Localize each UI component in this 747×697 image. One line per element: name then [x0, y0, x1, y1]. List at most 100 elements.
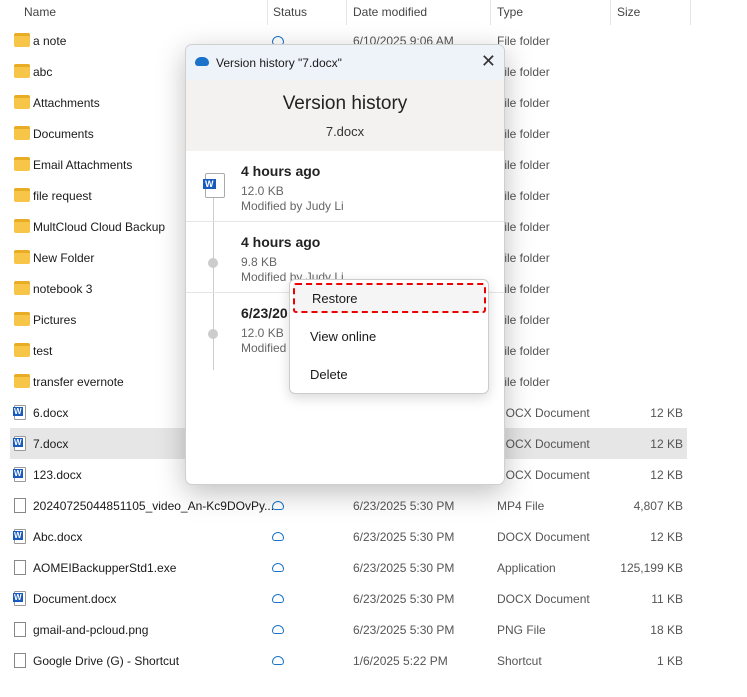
cloud-status-icon [272, 532, 284, 541]
dialog-header: Version history 7.docx [186, 80, 504, 151]
file-row[interactable]: Abc.docx 6/23/2025 5:30 PM DOCX Document… [10, 521, 687, 552]
column-header: Name Status Date modified Type Size [0, 0, 747, 25]
file-name: 20240725044851105_video_An-Kc9DOvPy... [33, 499, 275, 513]
cloud-status-icon [272, 656, 284, 665]
file-name: Documents [33, 127, 94, 141]
col-name[interactable]: Name [24, 5, 56, 19]
word-icon [13, 529, 26, 544]
col-status[interactable]: Status [273, 5, 307, 19]
file-type: DOCX Document [497, 437, 590, 451]
column-divider[interactable] [490, 0, 491, 25]
folder-icon [14, 312, 30, 326]
file-type: DOCX Document [497, 530, 590, 544]
col-type[interactable]: Type [497, 5, 523, 19]
dialog-titlebar: Version history "7.docx" ✕ [186, 45, 504, 80]
timeline-dot [208, 258, 218, 268]
timeline-dot [208, 329, 218, 339]
file-date: 1/6/2025 5:22 PM [353, 654, 448, 668]
file-size: 18 KB [650, 623, 683, 637]
version-time: 4 hours ago [241, 234, 321, 250]
folder-icon [14, 157, 30, 171]
cloud-status-icon [272, 563, 284, 572]
file-name: Email Attachments [33, 158, 133, 172]
version-history-dialog: Version history "7.docx" ✕ Version histo… [185, 44, 505, 485]
folder-icon [14, 343, 30, 357]
file-type: File folder [497, 34, 550, 48]
folder-icon [14, 250, 30, 264]
file-size: 12 KB [650, 406, 683, 420]
file-size: 11 KB [651, 592, 683, 606]
close-icon[interactable]: ✕ [481, 51, 496, 72]
column-divider[interactable] [346, 0, 347, 25]
folder-icon [14, 219, 30, 233]
shortcut-icon [14, 653, 26, 668]
file-name: Document.docx [33, 592, 117, 606]
file-size: 1 KB [656, 654, 683, 668]
version-size: 12.0 KB [241, 326, 284, 340]
col-size[interactable]: Size [617, 5, 640, 19]
file-size: 12 KB [650, 530, 683, 544]
file-type: Shortcut [497, 654, 542, 668]
version-time: 4 hours ago [241, 163, 321, 179]
word-icon [13, 405, 26, 420]
folder-icon [14, 95, 30, 109]
file-name: abc [33, 65, 53, 79]
file-name: a note [33, 34, 67, 48]
file-name: Attachments [33, 96, 100, 110]
version-author: Modified by Judy Li [241, 199, 344, 213]
column-divider[interactable] [267, 0, 268, 25]
cloud-status-icon [272, 594, 284, 603]
version-item[interactable]: 4 hours ago 12.0 KB Modified by Judy Li [186, 151, 504, 222]
file-date: 6/23/2025 5:30 PM [353, 499, 455, 513]
file-name: file request [33, 189, 92, 203]
file-name: MultCloud Cloud Backup [33, 220, 166, 234]
file-name: 7.docx [33, 437, 69, 451]
file-size: 125,199 KB [620, 561, 683, 575]
column-divider[interactable] [690, 0, 691, 25]
file-date: 6/23/2025 5:30 PM [353, 561, 455, 575]
file-name: 123.docx [33, 468, 82, 482]
file-name: New Folder [33, 251, 95, 265]
file-name: 6.docx [33, 406, 69, 420]
file-type: Application [497, 561, 556, 575]
file-size: 12 KB [650, 437, 683, 451]
word-icon [13, 591, 26, 606]
file-type: DOCX Document [497, 406, 590, 420]
file-type: DOCX Document [497, 592, 590, 606]
file-row[interactable]: 20240725044851105_video_An-Kc9DOvPy... 6… [10, 490, 687, 521]
delete-menu-item[interactable]: Delete [290, 360, 488, 390]
version-size: 12.0 KB [241, 184, 284, 198]
file-row[interactable]: Document.docx 6/23/2025 5:30 PM DOCX Doc… [10, 583, 687, 614]
folder-icon [14, 188, 30, 202]
restore-menu-item[interactable]: Restore [293, 283, 486, 313]
file-name: Abc.docx [33, 530, 83, 544]
folder-icon [14, 374, 30, 388]
onedrive-cloud-icon [195, 57, 209, 66]
view-online-menu-item[interactable]: View online [290, 322, 488, 352]
file-date: 6/23/2025 5:30 PM [353, 530, 455, 544]
word-icon [13, 467, 26, 482]
file-size: 12 KB [650, 468, 683, 482]
file-size: 4,807 KB [633, 499, 683, 513]
cloud-status-icon [272, 501, 284, 510]
folder-icon [14, 281, 30, 295]
version-size: 9.8 KB [241, 255, 278, 269]
file-date: 6/23/2025 5:30 PM [353, 623, 455, 637]
file-name: test [33, 344, 53, 358]
file-name: Google Drive (G) - Shortcut [33, 654, 180, 668]
file-name: AOMEIBackupperStd1.exe [33, 561, 177, 575]
version-author: Modified [241, 341, 287, 355]
word-icon [13, 436, 26, 451]
dialog-heading: Version history [282, 93, 408, 114]
file-row[interactable]: Google Drive (G) - Shortcut 1/6/2025 5:2… [10, 645, 687, 676]
file-name: notebook 3 [33, 282, 93, 296]
image-icon [14, 622, 26, 637]
file-type: DOCX Document [497, 468, 590, 482]
file-name: Pictures [33, 313, 77, 327]
column-divider[interactable] [610, 0, 611, 25]
file-row[interactable]: AOMEIBackupperStd1.exe 6/23/2025 5:30 PM… [10, 552, 687, 583]
file-row[interactable]: gmail-and-pcloud.png 6/23/2025 5:30 PM P… [10, 614, 687, 645]
col-date[interactable]: Date modified [353, 5, 427, 19]
dialog-title: Version history "7.docx" [216, 56, 342, 70]
file-name: transfer evernote [33, 375, 124, 389]
